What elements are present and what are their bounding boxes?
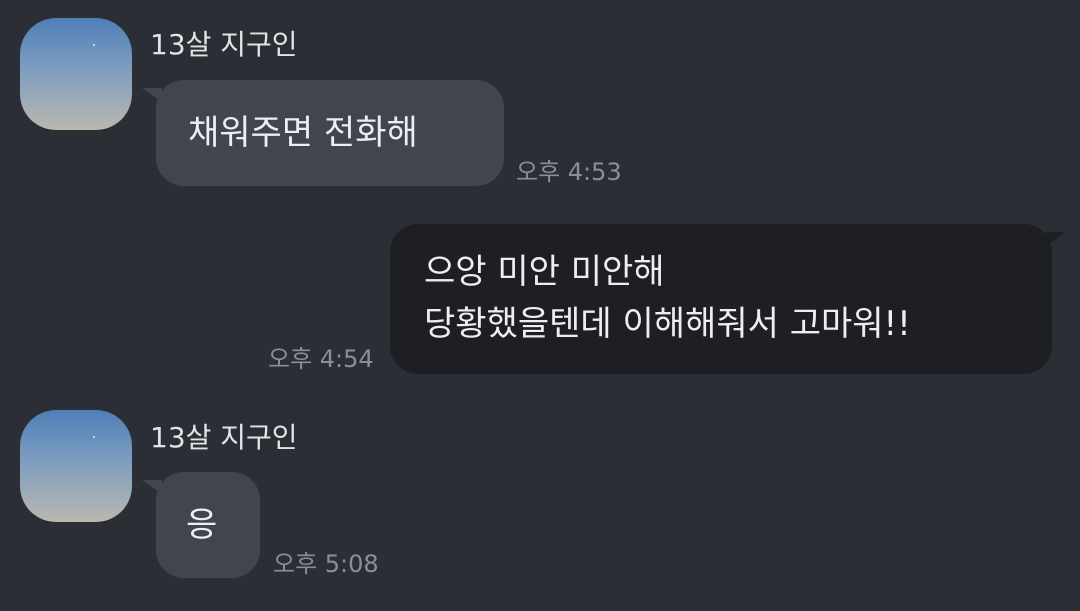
message-text: 응 (186, 505, 218, 545)
star-icon (93, 44, 95, 46)
message-text: 채워주면 전화해 (188, 113, 418, 153)
message-timestamp: 오후 5:08 (273, 550, 379, 578)
message-text-line-1: 으앙 미안 미안해 (424, 252, 665, 292)
sender-avatar[interactable] (20, 410, 132, 522)
chat-thread: 13살 지구인 채워주면 전화해 오후 4:53 으앙 미안 미안해 당황했을텐… (0, 0, 1080, 611)
sender-name: 13살 지구인 (150, 421, 298, 454)
message-bubble-incoming[interactable]: 응 (156, 472, 260, 578)
message-bubble-incoming[interactable]: 채워주면 전화해 (156, 80, 504, 186)
message-timestamp: 오후 4:54 (268, 345, 374, 373)
sender-name: 13살 지구인 (150, 28, 298, 61)
message-bubble-outgoing[interactable]: 으앙 미안 미안해 당황했을텐데 이해해줘서 고마워!! (390, 224, 1052, 374)
message-timestamp: 오후 4:53 (516, 158, 622, 186)
sender-avatar[interactable] (20, 18, 132, 130)
message-text-line-2: 당황했을텐데 이해해줘서 고마워!! (424, 304, 911, 344)
star-icon (93, 436, 95, 438)
